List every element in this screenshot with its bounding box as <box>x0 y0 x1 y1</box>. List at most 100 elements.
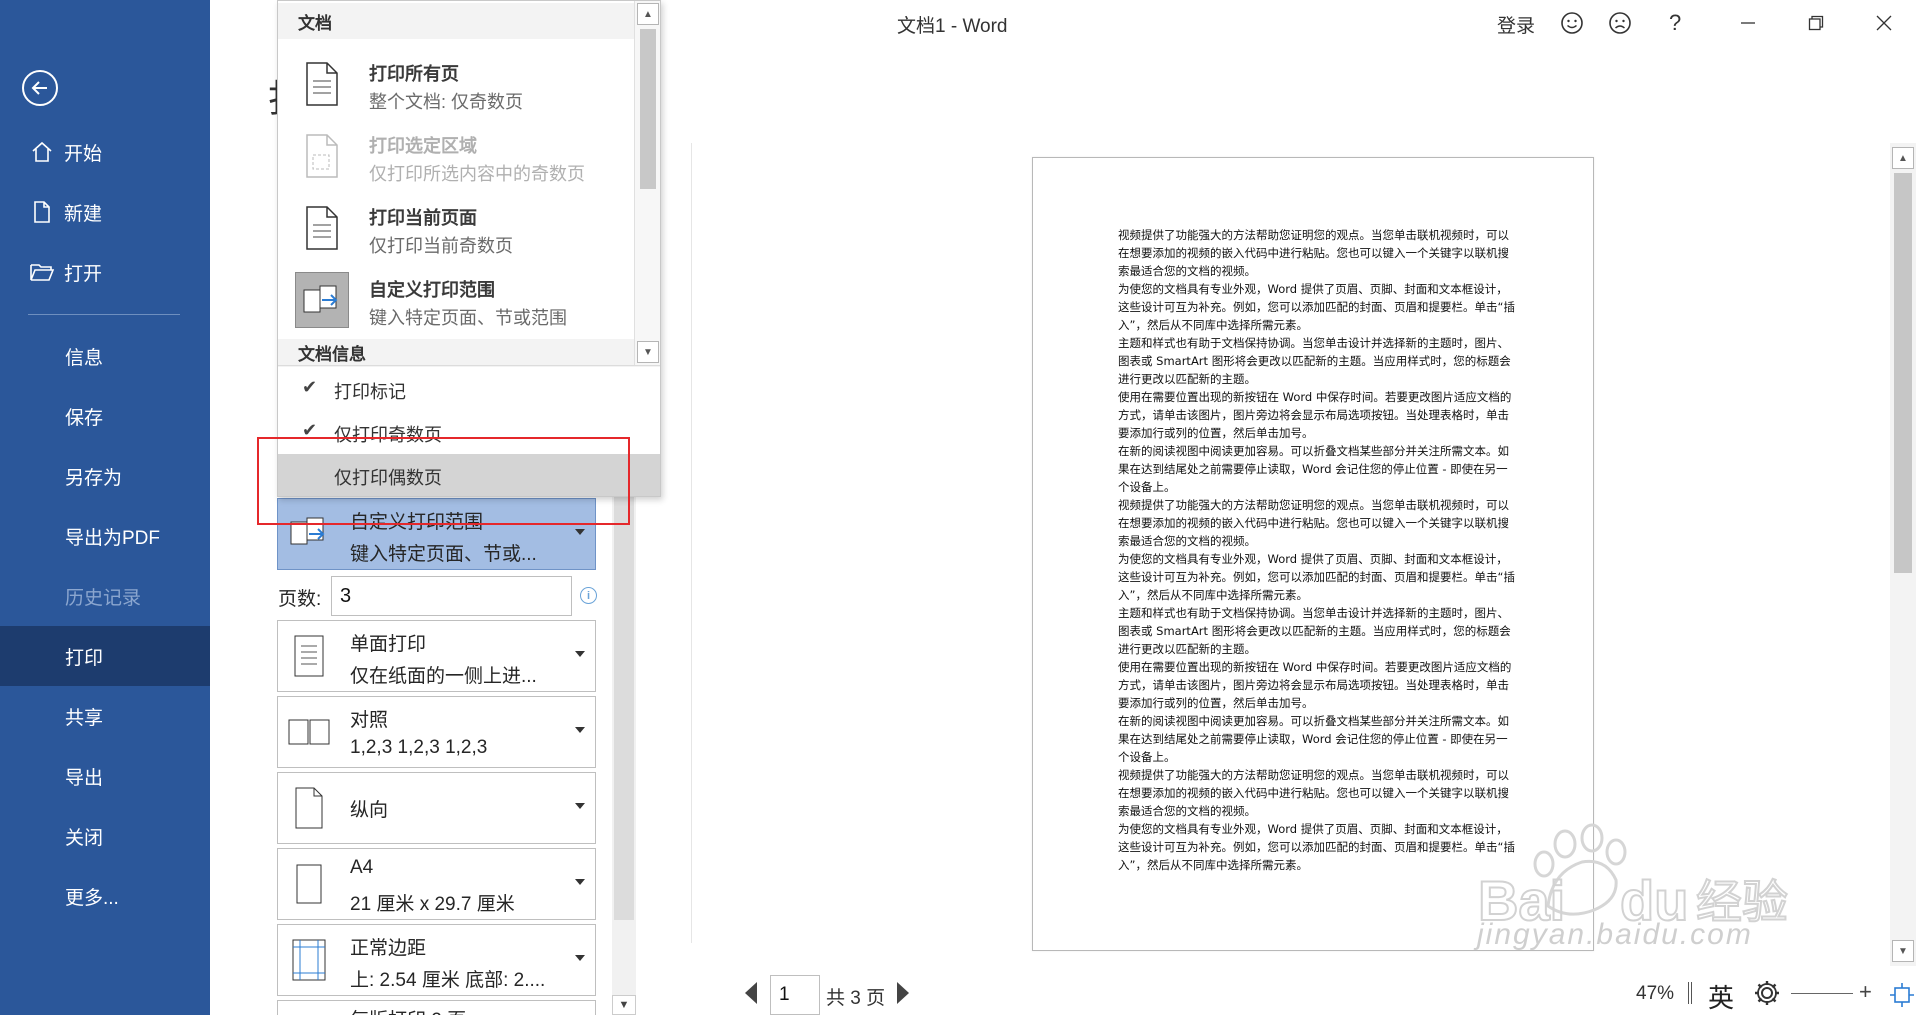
dropdown-item-custom-range[interactable]: 自定义打印范围 键入特定页面、节或范围 <box>278 264 634 336</box>
zoom-in-button[interactable]: + <box>1859 979 1872 1005</box>
single-sided-icon <box>286 633 332 679</box>
chevron-down-icon <box>575 651 585 657</box>
scroll-down-icon[interactable]: ▼ <box>637 341 659 363</box>
dropdown-check-odd-pages[interactable]: ✔ 仅打印奇数页 <box>278 411 660 453</box>
setting-title: 对照 <box>350 710 389 731</box>
dropdown-check-print-markup[interactable]: ✔ 打印标记 <box>278 368 660 410</box>
window-title: 文档1 - Word <box>897 16 1008 37</box>
dropdown-check-even-pages[interactable]: 仅打印偶数页 <box>278 454 660 496</box>
print-preview-page: 视频提供了功能强大的方法帮助您证明您的观点。当您单击联机视频时，可以在想要添加的… <box>1032 157 1594 951</box>
pages-input[interactable] <box>331 576 572 616</box>
sidebar-item-close[interactable]: 关闭 <box>0 806 210 866</box>
print-range-select[interactable]: 自定义打印范围 键入特定页面、节或... <box>277 498 596 570</box>
pages-label: 页数: <box>278 589 322 610</box>
sidebar-item-label: 保存 <box>65 407 104 429</box>
sidebar-item-label: 导出为PDF <box>65 527 161 549</box>
pages-per-sheet-select[interactable]: 每版打印 2 页 <box>277 1000 596 1015</box>
dropdown-item-title: 打印所有页 <box>369 64 459 84</box>
scroll-down-icon[interactable]: ▼ <box>1892 940 1914 962</box>
login-button[interactable]: 登录 <box>1497 11 1535 38</box>
previous-page-icon[interactable] <box>745 982 757 1004</box>
setting-title: 单面打印 <box>350 634 427 655</box>
dropdown-scrollbar[interactable]: ▲ ▼ <box>634 1 660 365</box>
preview-paragraph: 使用在需要位置出现的新按钮在 Word 中保存时间。若要更改图片适应文档的方式，… <box>1118 390 1512 440</box>
sidebar-item-save-as[interactable]: 另存为 <box>0 446 210 506</box>
current-page-icon <box>295 200 349 256</box>
backstage-sidebar: 开始 新建 打开 信息 保存 另存为 导出为PDF 历史记录 打印 共享 导出 … <box>0 0 210 1015</box>
sidebar-item-print[interactable]: 打印 <box>0 626 210 686</box>
dropdown-item-print-current[interactable]: 打印当前页面 仅打印当前奇数页 <box>278 192 634 264</box>
scroll-down-icon[interactable]: ▼ <box>612 995 636 1015</box>
sidebar-item-home[interactable]: 开始 <box>0 122 210 182</box>
preview-scrollbar[interactable]: ▲ ▼ <box>1890 143 1916 966</box>
minimize-icon[interactable] <box>1728 6 1768 40</box>
watermark-url: jingyan.baidu.com <box>1477 918 1753 951</box>
scroll-up-icon[interactable]: ▲ <box>637 3 659 25</box>
dropdown-item-subtitle: 仅打印当前奇数页 <box>369 236 513 256</box>
preview-paragraph: 视频提供了功能强大的方法帮助您证明您的观点。当您单击联机视频时，可以在想要添加的… <box>1118 498 1509 548</box>
scrollbar-thumb[interactable] <box>1894 173 1912 573</box>
sidebar-item-label: 打开 <box>64 263 103 285</box>
restore-icon[interactable] <box>1796 6 1836 40</box>
dropdown-check-label: 仅打印奇数页 <box>334 425 442 445</box>
sidebar-item-label: 新建 <box>64 203 103 225</box>
ime-indicator[interactable]: 英 <box>1708 978 1734 1015</box>
setting-subtitle: 21 厘米 x 29.7 厘米 <box>350 894 515 915</box>
zoom-level[interactable]: 47% <box>1636 983 1674 1005</box>
sides-select[interactable]: 单面打印 仅在纸面的一侧上进... <box>277 620 596 692</box>
sidebar-item-export[interactable]: 导出 <box>0 746 210 806</box>
preview-paragraph: 为使您的文档具有专业外观，Word 提供了页眉、页脚、封面和文本框设计，这些设计… <box>1118 552 1515 602</box>
chevron-down-icon <box>575 879 585 885</box>
orientation-select[interactable]: 纵向 <box>277 772 596 844</box>
selection-icon <box>295 128 349 184</box>
setting-title: 自定义打印范围 <box>350 512 484 533</box>
close-icon[interactable] <box>1864 6 1904 40</box>
custom-range-icon <box>286 511 332 557</box>
chevron-down-icon <box>575 955 585 961</box>
checkmark-icon: ✔ <box>302 420 318 440</box>
setting-title: A4 <box>350 857 374 878</box>
paper-size-icon <box>286 861 332 907</box>
back-arrow-icon[interactable] <box>22 70 58 106</box>
scrollbar-thumb[interactable] <box>640 29 656 189</box>
preview-divider <box>691 143 692 943</box>
chevron-down-icon <box>575 803 585 809</box>
collate-icon <box>286 709 332 755</box>
dropdown-section-header: 文档信息 <box>278 339 660 367</box>
scroll-up-icon[interactable]: ▲ <box>1892 147 1914 169</box>
preview-paragraph: 视频提供了功能强大的方法帮助您证明您的观点。当您单击联机视频时，可以在想要添加的… <box>1118 768 1509 818</box>
sidebar-item-label: 共享 <box>65 707 104 729</box>
setting-subtitle: 仅在纸面的一侧上进... <box>350 666 537 687</box>
preview-paragraph: 在新的阅读视图中阅读更加容易。可以折叠文档某些部分并关注所需文本。如果在达到结尾… <box>1118 714 1509 764</box>
dropdown-item-subtitle: 仅打印所选内容中的奇数页 <box>369 164 585 184</box>
fit-to-window-icon[interactable] <box>1889 982 1915 1008</box>
smile-icon[interactable] <box>1559 10 1585 36</box>
help-button[interactable]: ? <box>1669 10 1681 36</box>
sidebar-item-export-pdf[interactable]: 导出为PDF <box>0 506 210 566</box>
dropdown-item-title: 自定义打印范围 <box>369 280 495 300</box>
paper-size-select[interactable]: A4 21 厘米 x 29.7 厘米 <box>277 848 596 920</box>
info-icon[interactable]: i <box>580 587 597 604</box>
sidebar-item-more[interactable]: 更多... <box>0 866 210 926</box>
sidebar-item-label: 信息 <box>65 347 104 369</box>
dropdown-item-title: 打印选定区域 <box>369 136 477 156</box>
dropdown-item-print-all[interactable]: 打印所有页 整个文档: 仅奇数页 <box>278 48 634 120</box>
sidebar-item-info[interactable]: 信息 <box>0 326 210 386</box>
sidebar-item-save[interactable]: 保存 <box>0 386 210 446</box>
sidebar-item-open[interactable]: 打开 <box>0 242 210 302</box>
zoom-slider-handle[interactable] <box>1688 982 1692 1004</box>
new-doc-icon <box>28 200 56 224</box>
sidebar-item-label: 另存为 <box>65 467 123 489</box>
frown-icon[interactable] <box>1607 10 1633 36</box>
current-page-input[interactable] <box>770 975 820 1015</box>
zoom-slider-track[interactable] <box>1791 993 1853 994</box>
collate-select[interactable]: 对照 1,2,3 1,2,3 1,2,3 <box>277 696 596 768</box>
portrait-icon <box>286 785 332 831</box>
gear-icon[interactable] <box>1752 978 1782 1008</box>
sidebar-item-share[interactable]: 共享 <box>0 686 210 746</box>
next-page-icon[interactable] <box>897 982 909 1004</box>
sidebar-item-new[interactable]: 新建 <box>0 182 210 242</box>
sidebar-item-label: 导出 <box>65 767 104 789</box>
preview-paragraph: 使用在需要位置出现的新按钮在 Word 中保存时间。若要更改图片适应文档的方式，… <box>1118 660 1512 710</box>
margins-select[interactable]: 正常边距 上: 2.54 厘米 底部: 2.... <box>277 924 596 996</box>
